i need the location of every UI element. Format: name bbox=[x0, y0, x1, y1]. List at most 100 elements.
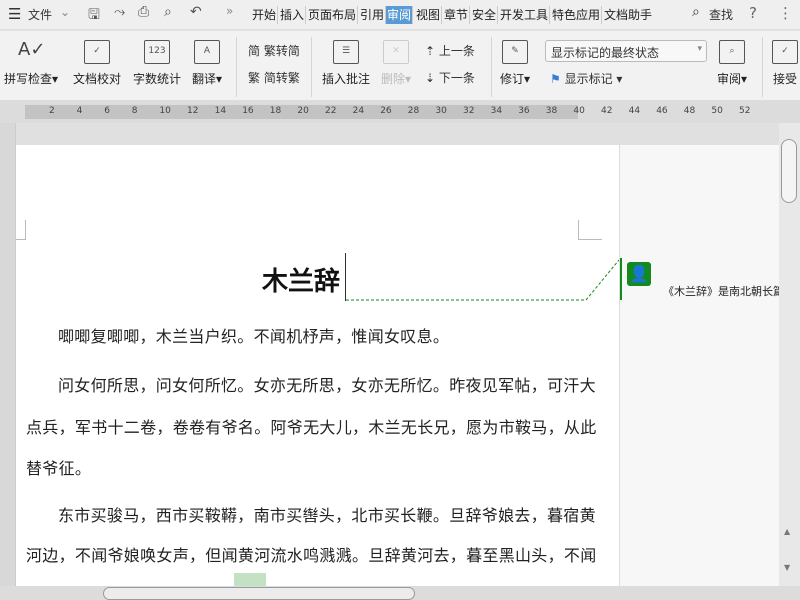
divider bbox=[491, 37, 492, 97]
ruler-tick-label: 38 bbox=[546, 106, 557, 116]
user-avatar-icon: 👤 bbox=[627, 262, 651, 286]
ruler-tick-label: 48 bbox=[684, 106, 695, 116]
horizontal-ruler[interactable]: 2468101214161820222426283032343638404244… bbox=[0, 101, 800, 123]
ruler-tick-label: 2 bbox=[49, 106, 55, 116]
vertical-scrollbar[interactable]: ▲ ▼ bbox=[779, 123, 800, 586]
ruler-tick-label: 6 bbox=[104, 106, 110, 116]
ribbon-toolbar: A✓拼写检查▾ ✓文档校对 123字数统计 A翻译▾ 简 繁转简 繁 简转繁 ☰… bbox=[0, 31, 800, 101]
comment-bar bbox=[620, 258, 622, 300]
tab-view[interactable]: 视图 bbox=[415, 6, 442, 24]
document-title[interactable]: 木兰辞 bbox=[262, 261, 340, 298]
scroll-down-arrow-icon[interactable]: ▼ bbox=[784, 563, 790, 572]
menu-bar: ☰ 文件 ⌄ 🖫 ⤳ ⎙ ⌕ ↶ » 开始 插入 页面布局 引用 审阅 视图 章… bbox=[0, 0, 800, 30]
scroll-up-arrow-icon[interactable]: ▲ bbox=[784, 527, 790, 536]
tab-layout[interactable]: 页面布局 bbox=[307, 6, 358, 24]
divider bbox=[762, 37, 763, 97]
ruler-tick-label: 52 bbox=[739, 106, 750, 116]
horizontal-scrollbar[interactable] bbox=[0, 586, 800, 600]
previous-comment-button[interactable]: ⇡ 上一条 bbox=[425, 42, 475, 59]
ruler-tick-label: 42 bbox=[601, 106, 612, 116]
ruler-tick-label: 36 bbox=[518, 106, 529, 116]
show-markup-button[interactable]: ⚑ 显示标记 ▾ bbox=[550, 70, 622, 87]
ruler-tick-label: 12 bbox=[187, 106, 198, 116]
save-icon[interactable]: 🖫 bbox=[88, 4, 100, 28]
paragraph-line[interactable]: 问女何所思，问女何所忆。女亦无所思，女亦无所忆。昨夜见军帖，可汗大 bbox=[58, 372, 596, 396]
comment-text[interactable]: 《木兰辞》是南北朝长篇 bbox=[663, 283, 780, 299]
flag-icon: ⚑ bbox=[550, 72, 565, 86]
paragraph-line[interactable]: 东市买骏马，西市买鞍鞯，南市买辔头，北市买长鞭。旦辞爷娘去，暮宿黄 bbox=[58, 502, 596, 526]
tab-features[interactable]: 特色应用 bbox=[551, 6, 602, 24]
paragraph-line[interactable]: 河边，不闻爷娘唤女声，但闻黄河流水鸣溅溅。旦辞黄河去，暮至黑山头，不闻 bbox=[26, 542, 597, 566]
trad-to-simp-button[interactable]: 简 繁转简 bbox=[248, 42, 300, 59]
ruler-tick-label: 32 bbox=[463, 106, 474, 116]
highlight-marker bbox=[234, 573, 266, 586]
tab-chapter[interactable]: 章节 bbox=[443, 6, 470, 24]
review-pane-button[interactable]: ⌕审阅▾ bbox=[717, 40, 747, 87]
ruler-tick-label: 34 bbox=[491, 106, 502, 116]
tab-start[interactable]: 开始 bbox=[251, 6, 278, 24]
ruler-tick-label: 44 bbox=[629, 106, 640, 116]
chevron-down-icon[interactable]: ⌄ bbox=[60, 5, 70, 19]
spell-check-button[interactable]: A✓拼写检查▾ bbox=[4, 40, 58, 87]
tab-developer[interactable]: 开发工具 bbox=[499, 6, 550, 24]
dropdown-arrow-icon: ▾ bbox=[697, 44, 702, 54]
tab-doc-assistant[interactable]: 文档助手 bbox=[603, 6, 653, 24]
ruler-tick-label: 4 bbox=[77, 106, 83, 116]
vertical-ruler[interactable] bbox=[0, 123, 16, 586]
tab-review[interactable]: 审阅 bbox=[386, 6, 413, 24]
print-preview-icon[interactable]: ⌕ bbox=[164, 4, 172, 20]
proofread-button[interactable]: ✓文档校对 bbox=[73, 40, 121, 87]
margin-corner-left bbox=[16, 220, 26, 240]
word-count-button[interactable]: 123字数统计 bbox=[133, 40, 181, 87]
track-changes-button[interactable]: ✎修订▾ bbox=[500, 40, 530, 87]
ruler-tick-label: 26 bbox=[380, 106, 391, 116]
ruler-tick-label: 40 bbox=[573, 106, 584, 116]
divider bbox=[236, 37, 237, 97]
delete-comment-button[interactable]: ✕删除▾ bbox=[381, 40, 411, 87]
paragraph-line[interactable]: 替爷征。 bbox=[26, 455, 91, 479]
find-button[interactable]: 查找 bbox=[709, 6, 733, 23]
ruler-tick-label: 24 bbox=[353, 106, 364, 116]
ruler-tick-label: 28 bbox=[408, 106, 419, 116]
help-button[interactable]: ? bbox=[749, 4, 757, 22]
ruler-tick-label: 14 bbox=[215, 106, 226, 116]
print-icon[interactable]: ⎙ bbox=[138, 4, 149, 20]
spell-check-icon: A✓ bbox=[18, 40, 44, 64]
paragraph-line[interactable]: 点兵，军书十二卷，卷卷有爷名。阿爷无大儿，木兰无长兄，愿为市鞍马，从此 bbox=[26, 414, 597, 438]
simp-to-trad-button[interactable]: 繁 简转繁 bbox=[248, 69, 300, 86]
more-chevrons-icon[interactable]: » bbox=[226, 4, 233, 18]
accept-button[interactable]: ✓接受 bbox=[772, 40, 798, 87]
more-button[interactable]: ⋮ bbox=[778, 4, 793, 22]
tab-security[interactable]: 安全 bbox=[471, 6, 498, 24]
scroll-thumb[interactable] bbox=[781, 139, 797, 203]
display-mode-select[interactable]: 显示标记的最终状态▾ bbox=[545, 40, 707, 62]
review-pane-icon: ⌕ bbox=[719, 40, 745, 64]
tab-references[interactable]: 引用 bbox=[359, 6, 386, 24]
ruler-tick-label: 18 bbox=[270, 106, 281, 116]
ruler-tick-label: 50 bbox=[711, 106, 722, 116]
insert-comment-button[interactable]: ☰插入批注 bbox=[322, 40, 370, 87]
ruler-tick-label: 22 bbox=[325, 106, 336, 116]
proofread-icon: ✓ bbox=[84, 40, 110, 64]
comment-pane: 👤 《木兰辞》是南北朝长篇 bbox=[619, 145, 779, 586]
translate-icon: A bbox=[194, 40, 220, 64]
search-icon[interactable]: ⌕ bbox=[692, 4, 700, 20]
document-page[interactable]: 木兰辞 唧唧复唧唧，木兰当户织。不闻机杼声，惟闻女叹息。 问女何所思，问女何所忆… bbox=[16, 145, 619, 586]
export-icon[interactable]: ⤳ bbox=[114, 4, 125, 20]
previous-icon: ⇡ bbox=[425, 44, 439, 58]
undo-icon[interactable]: ↶ bbox=[190, 4, 202, 20]
paragraph-line[interactable]: 唧唧复唧唧，木兰当户织。不闻机杼声，惟闻女叹息。 bbox=[58, 323, 449, 347]
translate-button[interactable]: A翻译▾ bbox=[192, 40, 222, 87]
ruler-tick-label: 30 bbox=[435, 106, 446, 116]
file-menu[interactable]: 文件 bbox=[28, 6, 52, 23]
word-count-icon: 123 bbox=[144, 40, 170, 64]
h-scroll-thumb[interactable] bbox=[103, 587, 415, 600]
accept-icon: ✓ bbox=[772, 40, 798, 64]
ruler-tick-label: 46 bbox=[656, 106, 667, 116]
hamburger-icon[interactable]: ☰ bbox=[8, 5, 21, 23]
ruler-tick-label: 10 bbox=[159, 106, 170, 116]
tab-insert[interactable]: 插入 bbox=[279, 6, 306, 24]
next-comment-button[interactable]: ⇣ 下一条 bbox=[425, 69, 475, 86]
ruler-tick-label: 20 bbox=[297, 106, 308, 116]
ruler-tick-label: 8 bbox=[132, 106, 138, 116]
